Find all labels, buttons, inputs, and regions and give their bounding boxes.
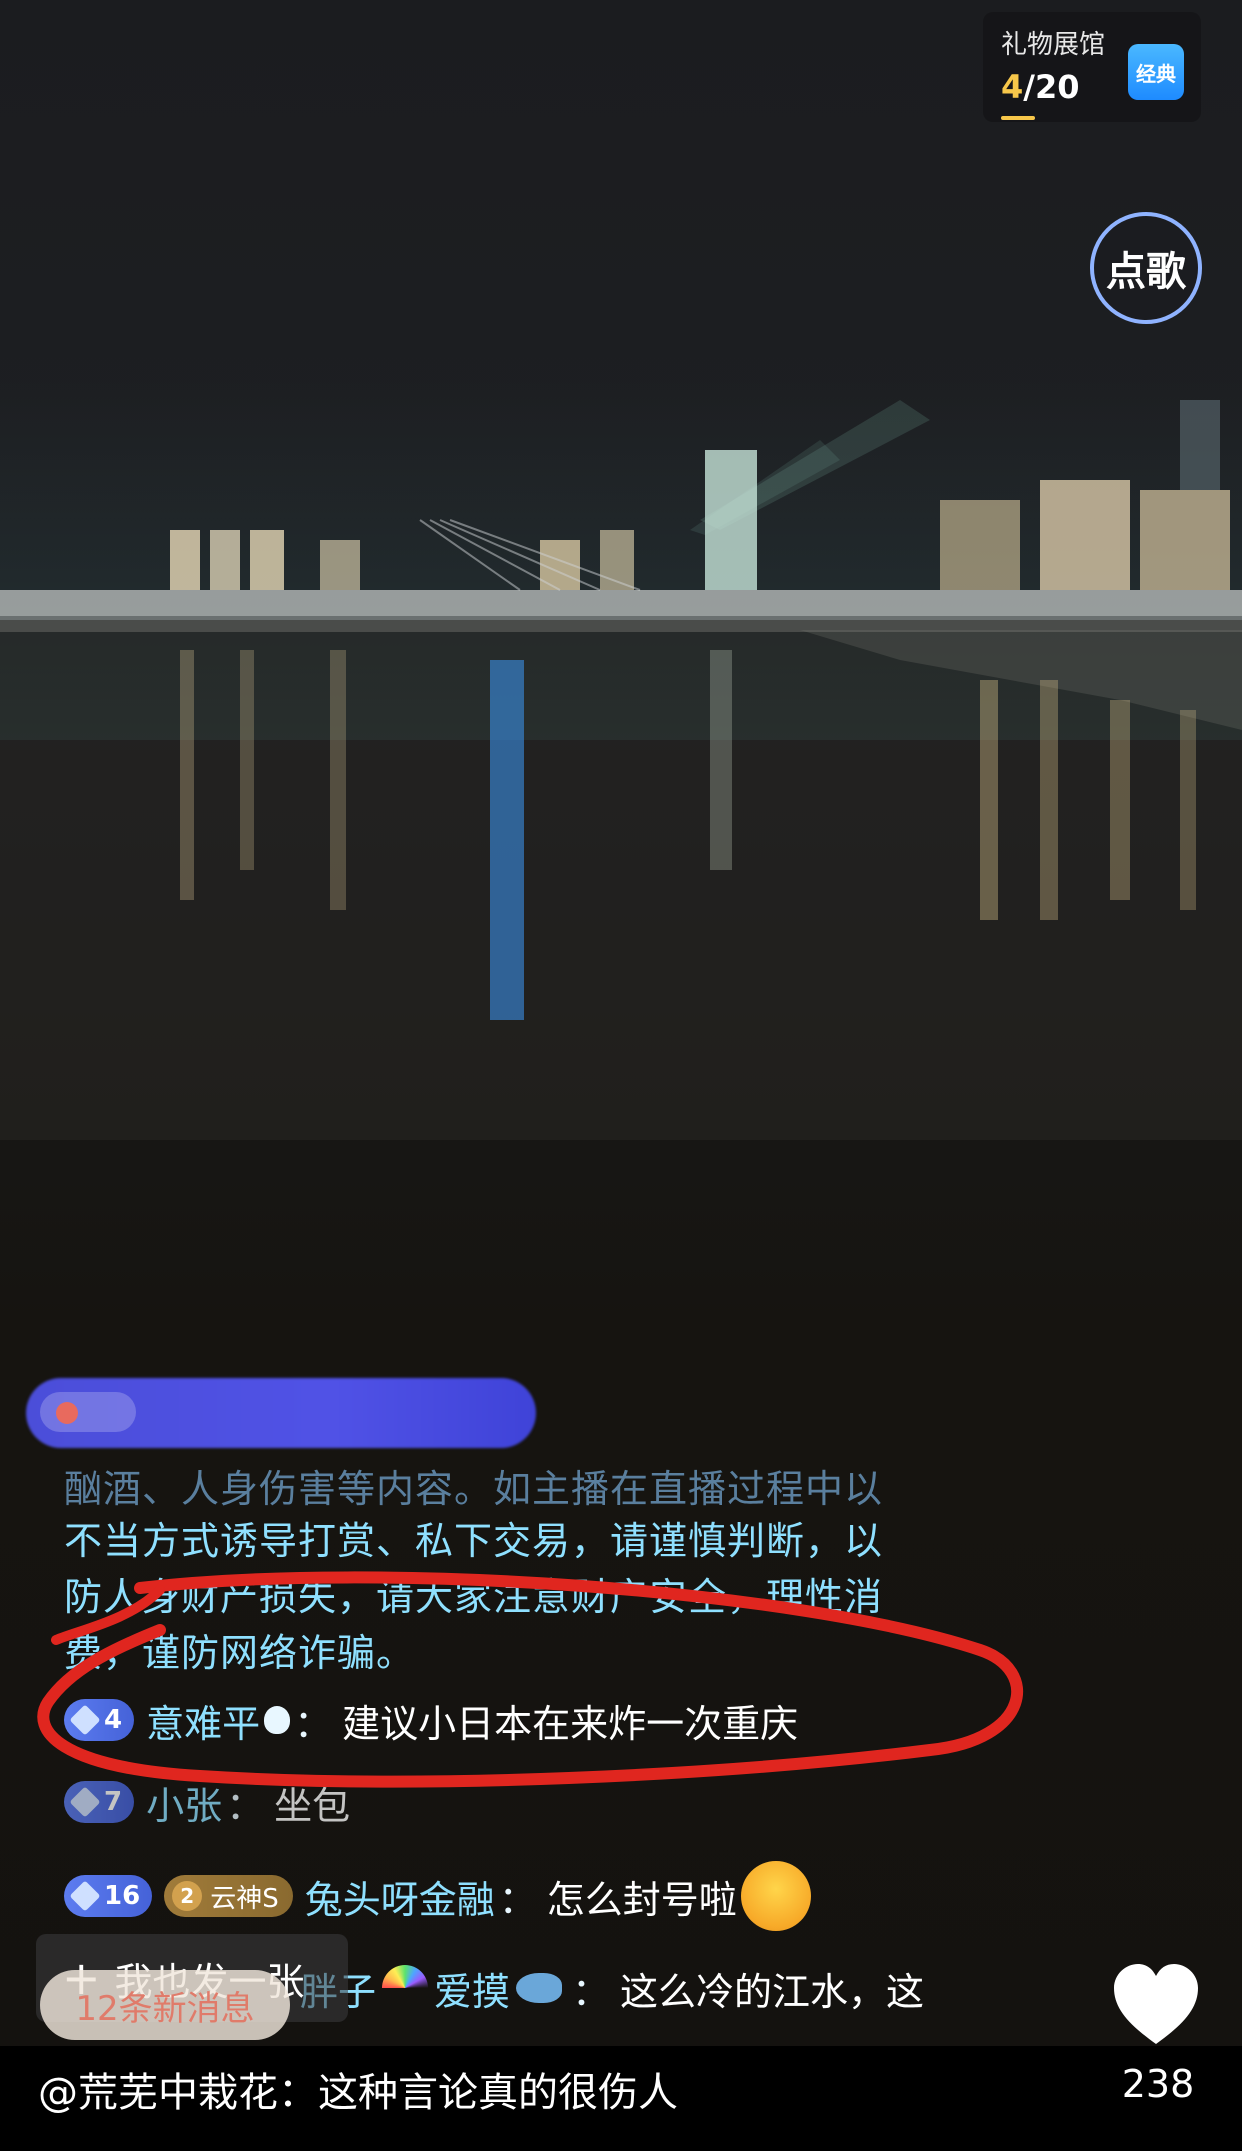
gift-hall-badge[interactable]: 礼物展馆 4/20 经典: [983, 12, 1201, 122]
chat-text: 怎么封号啦: [546, 1877, 737, 1922]
chat-colon: ：: [498, 1877, 537, 1922]
song-request-button[interactable]: 点歌: [1090, 212, 1202, 324]
gift-hall-classic-tag: 经典: [1128, 44, 1184, 100]
diamond-icon: [69, 1704, 101, 1736]
fan-club-level: 2: [172, 1881, 203, 1911]
chat-text: 坐包: [274, 1783, 351, 1828]
blurred-notice-pill: [40, 1392, 136, 1432]
rainbow-icon: [382, 1965, 429, 2011]
gift-hall-progress-underline: [1001, 116, 1035, 120]
gift-hall-count-total: /20: [1023, 68, 1080, 106]
system-notice-line-1: 酗酒、人身伤害等内容。如主播在直播过程中以: [64, 1467, 884, 1511]
fan-club-name: 云神S: [210, 1883, 279, 1914]
apple-icon: [264, 1706, 291, 1734]
chat-colon: ：: [226, 1783, 265, 1828]
chat-colon: ：: [572, 1969, 611, 2014]
laughing-crying-emoji-icon: [740, 1861, 811, 1931]
comment-caption: @荒芜中栽花：这种言论真的很伤人: [38, 2070, 678, 2116]
like-count: 238: [1121, 2062, 1195, 2106]
system-notice-line-4: 费，谨防网络诈骗。: [64, 1631, 416, 1675]
heart-icon[interactable]: [1108, 1958, 1204, 2054]
shield-icon: [69, 1880, 101, 1912]
chat-text: 建议小日本在来炸一次重庆: [342, 1701, 799, 1746]
user-level-badge: 16: [64, 1875, 153, 1917]
new-messages-button[interactable]: 12条新消息: [40, 1970, 290, 2040]
chat-colon: ：: [294, 1701, 333, 1746]
chat-message[interactable]: 7 小张 ： 坐包: [64, 1772, 350, 1832]
chat-message[interactable]: 16 2 云神S 兔头呀金融 ： 怎么封号啦: [64, 1861, 811, 1931]
user-level-badge: 7: [64, 1781, 135, 1823]
chat-text: 这么冷的江水，这: [620, 1969, 925, 2014]
chat-username[interactable]: 兔头呀金融: [305, 1869, 495, 1924]
fan-club-badge: 2 云神S: [164, 1875, 293, 1917]
system-notice-line-3: 防人身财产损失，请大家注意财产安全，理性消: [64, 1575, 884, 1619]
chat-message[interactable]: 胖子 爱摸 ： 这么冷的江水，这: [300, 1958, 924, 2018]
blurred-notice-dot: [56, 1402, 78, 1424]
live-stream-screen: 礼物展馆 4/20 经典 点歌 酗酒、人身伤害等内容。如主播在直播过程中以 不当…: [0, 0, 1242, 2151]
diamond-icon: [69, 1786, 101, 1818]
chat-username[interactable]: 爱摸: [434, 1961, 510, 2016]
chat-username[interactable]: 小张: [146, 1775, 222, 1830]
user-level-badge: 4: [64, 1699, 135, 1741]
user-level-number: 7: [104, 1787, 123, 1817]
chat-message[interactable]: 4 意难平 ： 建议小日本在来炸一次重庆: [64, 1690, 798, 1750]
gift-hall-count-current: 4: [1001, 68, 1024, 106]
system-notice-line-2: 不当方式诱导打赏、私下交易，请谨慎判断，以: [64, 1519, 884, 1563]
user-level-number: 16: [104, 1881, 141, 1911]
gift-hall-title: 礼物展馆: [1001, 30, 1106, 60]
gift-hall-count: 4/20: [1001, 68, 1079, 106]
user-level-number: 4: [104, 1705, 123, 1735]
river-reflection-background: [0, 620, 1242, 1140]
fish-icon: [516, 1973, 563, 2003]
chat-username[interactable]: 意难平: [146, 1693, 260, 1748]
